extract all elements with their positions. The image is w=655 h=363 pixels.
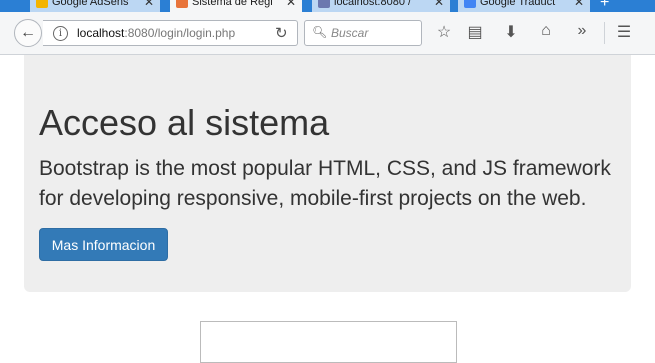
tab-strip: Google AdSens ✕ Sistema de Regi ✕ localh… xyxy=(0,0,655,12)
download-icon[interactable]: ⬇ xyxy=(501,22,521,42)
page-title: Acceso al sistema xyxy=(39,102,330,143)
url-path: :8080/login/login.php xyxy=(124,26,236,40)
close-tab-icon[interactable]: ✕ xyxy=(574,0,584,12)
tab-google-traductor[interactable]: Google Traduct ✕ xyxy=(458,0,590,12)
tab-label: Sistema de Regi xyxy=(192,0,273,8)
tab-localhost-phpmyadmin[interactable]: localhost:8080 / ✕ xyxy=(312,0,450,12)
toolbar-separator xyxy=(604,22,605,44)
info-icon[interactable]: i xyxy=(53,26,68,41)
search-bar[interactable]: 🔍︎ Buscar xyxy=(304,20,422,46)
phpmyadmin-icon xyxy=(318,0,330,9)
tab-label: Google Traduct xyxy=(480,0,556,8)
search-placeholder: Buscar xyxy=(331,26,369,40)
reload-icon[interactable]: ↻ xyxy=(275,24,288,42)
back-arrow-icon: ← xyxy=(20,24,36,41)
home-icon[interactable]: ⌂ xyxy=(536,22,556,40)
url-host: localhost xyxy=(77,26,125,40)
url-bar[interactable]: i localhost:8080/login/login.php ↻ xyxy=(43,20,298,46)
tab-sistema-registro[interactable]: Sistema de Regi ✕ xyxy=(170,0,302,12)
bookmark-star-icon[interactable]: ☆ xyxy=(434,22,454,42)
reading-list-icon[interactable]: ▤ xyxy=(465,22,485,42)
jumbotron: Acceso al sistema Bootstrap is the most … xyxy=(24,55,631,292)
more-info-button[interactable]: Mas Informacion xyxy=(39,228,168,261)
hamburger-menu-icon[interactable]: ☰ xyxy=(614,22,634,42)
login-panel xyxy=(200,321,457,363)
back-button[interactable]: ← xyxy=(14,19,42,47)
google-translate-icon xyxy=(464,0,476,9)
url-text[interactable]: localhost:8080/login/login.php xyxy=(77,26,267,40)
close-tab-icon[interactable]: ✕ xyxy=(286,0,296,12)
new-tab-icon[interactable]: + xyxy=(600,0,609,12)
adsense-icon xyxy=(36,0,48,9)
lead-text: Bootstrap is the most popular HTML, CSS,… xyxy=(39,157,611,210)
close-tab-icon[interactable]: ✕ xyxy=(144,0,154,12)
search-icon: 🔍︎ xyxy=(312,25,328,39)
tab-google-adsense[interactable]: Google AdSens ✕ xyxy=(30,0,160,12)
tab-label: Google AdSens xyxy=(52,0,129,8)
close-tab-icon[interactable]: ✕ xyxy=(434,0,444,12)
tab-label: localhost:8080 / xyxy=(334,0,412,8)
xampp-icon xyxy=(176,0,188,9)
overflow-chevron-icon[interactable]: » xyxy=(572,22,592,40)
page-content: Acceso al sistema Bootstrap is the most … xyxy=(0,55,655,363)
navigation-toolbar: ← i localhost:8080/login/login.php ↻ 🔍︎ … xyxy=(0,12,655,55)
